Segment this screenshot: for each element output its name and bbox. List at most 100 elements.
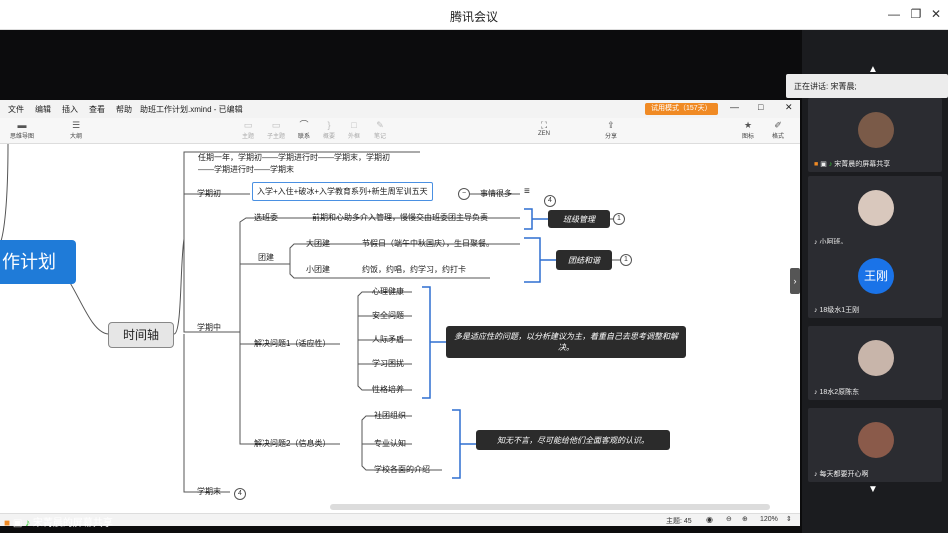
zen-icon: ⛶ xyxy=(540,120,548,130)
zoom-stepper-icon[interactable]: ⇕ xyxy=(786,515,792,523)
restore-icon[interactable]: ❐ xyxy=(908,6,924,22)
mic-icon: ♪ xyxy=(25,518,31,529)
term-start-detail[interactable]: 入学+入住+破冰+入学教育系列+新生周军训五天 xyxy=(252,182,433,201)
team-building-topic[interactable]: 团建 xyxy=(258,252,274,263)
problem2-item[interactable]: 专业认知 xyxy=(374,438,406,449)
problem1-item[interactable]: 学习困扰 xyxy=(372,358,404,369)
small-team-topic[interactable]: 小团建 xyxy=(306,264,330,275)
menu-view[interactable]: 查看 xyxy=(89,104,105,115)
zoom-level[interactable]: 120% xyxy=(760,516,778,523)
xmind-close-icon[interactable]: ✕ xyxy=(785,102,793,113)
big-team-detail[interactable]: 节假日（端午中秋国庆），生日聚餐。 xyxy=(362,238,494,249)
problem2-item[interactable]: 学校各面的介绍 xyxy=(374,464,430,475)
menu-edit[interactable]: 编辑 xyxy=(35,104,51,115)
participant-name: ■ ▣ ♪ 宋菁晨的屏幕共享 xyxy=(814,161,891,168)
small-team-detail[interactable]: 约饭，约唱，约学习，约打卡 xyxy=(362,264,466,275)
user-icon: ■ xyxy=(814,161,819,168)
topic-button[interactable]: ▭ 主题 xyxy=(234,120,262,140)
term-end-badge[interactable]: 4 xyxy=(234,488,246,500)
problem1-note[interactable]: 多是适应性的问题，以分析建议为主，着重自己去思考调整和解决。 xyxy=(446,326,686,358)
xmind-toolbar: ▬ 思维导图 ☰ 大纲 ▭ 主题 ▭ 子主题 ⌒ 联系 } 概要 □ 外框 ✎ 笔记 ⛶ ZEN … xyxy=(0,118,800,144)
participant-tile[interactable]: ♪ 每天都要开心啊 xyxy=(808,408,942,482)
note-marker-icon[interactable]: ≡ xyxy=(524,186,530,197)
eye-icon[interactable]: ◉ xyxy=(706,515,713,524)
mic-muted-icon: ♪ xyxy=(814,389,818,396)
participant-name: ♪ 18级水1王刚 xyxy=(814,307,860,314)
class-management-summary[interactable]: 班级管理 xyxy=(548,210,610,228)
menu-file[interactable]: 文件 xyxy=(8,104,24,115)
avatar xyxy=(858,112,894,148)
problem1-item[interactable]: 性格培养 xyxy=(372,384,404,395)
minimize-icon[interactable]: — xyxy=(886,6,902,22)
participant-tile[interactable]: ■ ▣ ♪ 宋菁晨的屏幕共享 xyxy=(808,98,942,172)
intro-line-2[interactable]: ——学期进行时——学期末 xyxy=(198,164,294,175)
root-topic[interactable]: 作计划 xyxy=(0,240,76,284)
problem2-topic[interactable]: 解决问题2（信息类） xyxy=(254,438,330,449)
scroll-down-icon[interactable]: ▼ xyxy=(868,484,878,495)
participant-name: ♪ 每天都要开心啊 xyxy=(814,471,869,478)
note-button[interactable]: ✎ 笔记 xyxy=(366,120,394,140)
screen-share-label: ■ ▣ ♪ 宋菁晨的屏幕共享 xyxy=(4,518,113,529)
avatar: 王刚 xyxy=(858,258,894,294)
star-icon: ★ xyxy=(743,120,753,130)
xmind-window: 文件 编辑 插入 查看 帮助 助班工作计划.xmind - 已编辑 试用模式（1… xyxy=(0,100,800,526)
participants-panel: ■ ▣ ♪ 宋菁晨的屏幕共享 ♪ 小阿班。 王刚 ♪ 18级水1王刚 ♪ 18水… xyxy=(802,30,948,533)
menu-insert[interactable]: 插入 xyxy=(62,104,78,115)
problem2-note[interactable]: 知无不言，尽可能给他们全面客观的认识。 xyxy=(476,430,670,450)
participant-tile[interactable]: ♪ 18水2原陈东 xyxy=(808,326,942,400)
window-titlebar: 腾讯会议 — ❐ ✕ xyxy=(0,0,948,30)
xmind-maximize-icon[interactable]: □ xyxy=(758,102,763,112)
zen-button[interactable]: ⛶ ZEN xyxy=(530,120,558,137)
format-button[interactable]: ✐ 格式 xyxy=(764,120,792,140)
mic-muted-icon: ♪ xyxy=(814,307,818,314)
user-icon: ■ xyxy=(4,518,11,529)
collapse-panel-button[interactable]: › xyxy=(790,268,800,294)
xmind-minimize-icon[interactable]: — xyxy=(730,102,739,112)
mindmap-canvas[interactable]: 作计划 时间轴 任期一年，学期初——学期进行时——学期末，学期初 ——学期进行时… xyxy=(0,144,800,504)
topic-icon: ▭ xyxy=(243,120,253,130)
problem2-item[interactable]: 社团组织 xyxy=(374,410,406,421)
unity-summary[interactable]: 团结和谐 xyxy=(556,250,612,270)
timeline-topic[interactable]: 时间轴 xyxy=(108,322,174,348)
boundary-button[interactable]: □ 外框 xyxy=(340,120,368,140)
relation-button[interactable]: ⌒ 联系 xyxy=(290,120,318,140)
share-button[interactable]: ⇪ 分享 xyxy=(597,120,625,140)
zoom-in-icon[interactable]: ⊕ xyxy=(742,515,748,523)
document-title: 助班工作计划.xmind - 已编辑 xyxy=(140,105,243,114)
subtopic-button[interactable]: ▭ 子主题 xyxy=(262,120,290,140)
mindmap-view-button[interactable]: ▬ 思维导图 xyxy=(4,120,40,140)
class-committee-detail[interactable]: 前期和心助多介入管理，慢慢交由班委团主导负责 xyxy=(312,212,488,223)
relation-icon: ⌒ xyxy=(299,120,309,130)
participant-tile[interactable]: ♪ 小阿班。 xyxy=(808,176,942,250)
many-things-topic[interactable]: 事情很多 xyxy=(480,188,512,199)
problem1-item[interactable]: 人际矛盾 xyxy=(372,334,404,345)
horizontal-scrollbar[interactable] xyxy=(330,504,770,510)
boundary-icon: □ xyxy=(351,120,357,130)
outline-button[interactable]: ☰ 大纲 xyxy=(62,120,90,140)
collapsed-count-badge[interactable]: 4 xyxy=(544,195,556,207)
participant-tile[interactable]: 王刚 ♪ 18级水1王刚 xyxy=(808,244,942,318)
zoom-out-icon[interactable]: ⊖ xyxy=(726,515,732,523)
term-mid-topic[interactable]: 学期中 xyxy=(197,322,221,333)
note-icon: ✎ xyxy=(376,120,384,130)
class-committee-topic[interactable]: 选班委 xyxy=(254,212,278,223)
intro-line-1[interactable]: 任期一年，学期初——学期进行时——学期末，学期初 xyxy=(198,152,390,163)
collapse-toggle[interactable]: − xyxy=(458,188,470,200)
term-start-topic[interactable]: 学期初 xyxy=(197,188,221,199)
subtopic-icon: ▭ xyxy=(271,120,281,130)
problem1-topic[interactable]: 解决问题1（适应性） xyxy=(254,338,330,349)
unity-badge[interactable]: 1 xyxy=(620,254,632,266)
mic-icon: ♪ xyxy=(828,161,833,168)
big-team-topic[interactable]: 大团建 xyxy=(306,238,330,249)
icon-button[interactable]: ★ 图标 xyxy=(734,120,762,140)
term-end-topic[interactable]: 学期末 xyxy=(197,486,221,497)
problem1-item[interactable]: 安全问题 xyxy=(372,310,404,321)
summary-button[interactable]: } 概要 xyxy=(315,120,343,140)
close-icon[interactable]: ✕ xyxy=(928,6,944,22)
trial-badge[interactable]: 试用模式（157天） xyxy=(645,103,718,115)
class-management-badge[interactable]: 1 xyxy=(613,213,625,225)
avatar xyxy=(858,340,894,376)
problem1-item[interactable]: 心理健康 xyxy=(372,286,404,297)
menu-help[interactable]: 帮助 xyxy=(116,104,132,115)
shared-screen-stage: 文件 编辑 插入 查看 帮助 助班工作计划.xmind - 已编辑 试用模式（1… xyxy=(0,30,802,533)
